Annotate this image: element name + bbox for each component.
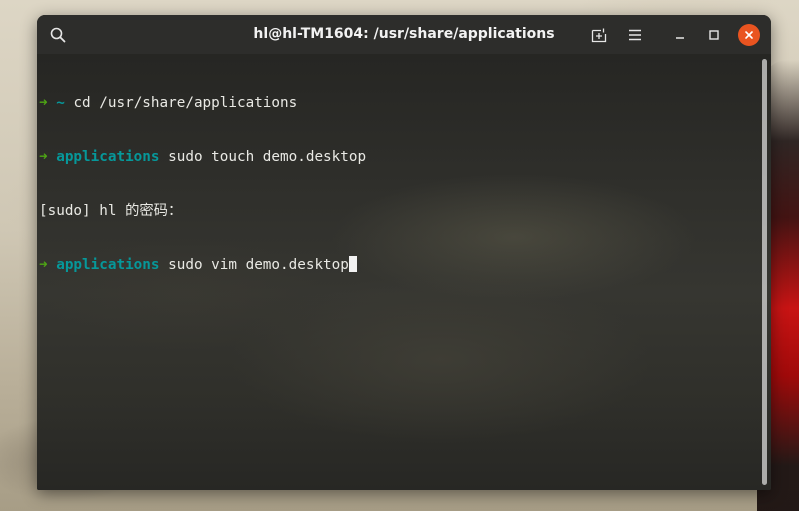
prompt-arrow: ➜ [39,95,48,111]
search-icon [50,27,66,43]
terminal-line: ➜ applications sudo touch demo.desktop [39,148,366,166]
close-icon [745,31,753,39]
output-text: [sudo] hl 的密码： [39,203,183,219]
window-title: hl@hl-TM1604: /usr/share/applications [253,26,555,42]
prompt-arrow: ➜ [39,257,48,273]
minimize-button[interactable] [668,23,692,47]
command-text: cd /usr/share/applications [73,95,298,111]
maximize-icon [709,30,719,40]
command-text: sudo touch demo.desktop [168,149,367,165]
command-text: sudo vim demo.desktop [168,257,349,273]
window-titlebar[interactable]: hl@hl-TM1604: /usr/share/applications [37,15,771,54]
text-cursor [348,256,357,272]
terminal-window[interactable]: hl@hl-TM1604: /usr/share/applications ➜ … [37,15,771,490]
prompt-directory: applications [56,257,160,273]
terminal-line: ➜ applications sudo vim demo.desktop [39,256,366,274]
minimize-icon [676,37,684,39]
terminal-output: ➜ ~ cd /usr/share/applications ➜ applica… [39,58,366,310]
new-tab-button[interactable] [587,23,611,47]
scrollbar[interactable] [762,59,767,485]
menu-button[interactable] [623,23,647,47]
maximize-button[interactable] [702,23,726,47]
prompt-arrow: ➜ [39,149,48,165]
close-button[interactable] [738,24,760,46]
scrollbar-thumb[interactable] [762,59,767,485]
terminal-area[interactable]: ➜ ~ cd /usr/share/applications ➜ applica… [37,54,771,490]
terminal-line: ➜ ~ cd /usr/share/applications [39,94,366,112]
prompt-directory: ~ [56,95,65,111]
terminal-line: [sudo] hl 的密码： [39,202,366,220]
hamburger-menu-icon [629,29,641,41]
prompt-directory: applications [56,149,160,165]
search-button[interactable] [46,23,70,47]
new-tab-icon [591,28,607,43]
